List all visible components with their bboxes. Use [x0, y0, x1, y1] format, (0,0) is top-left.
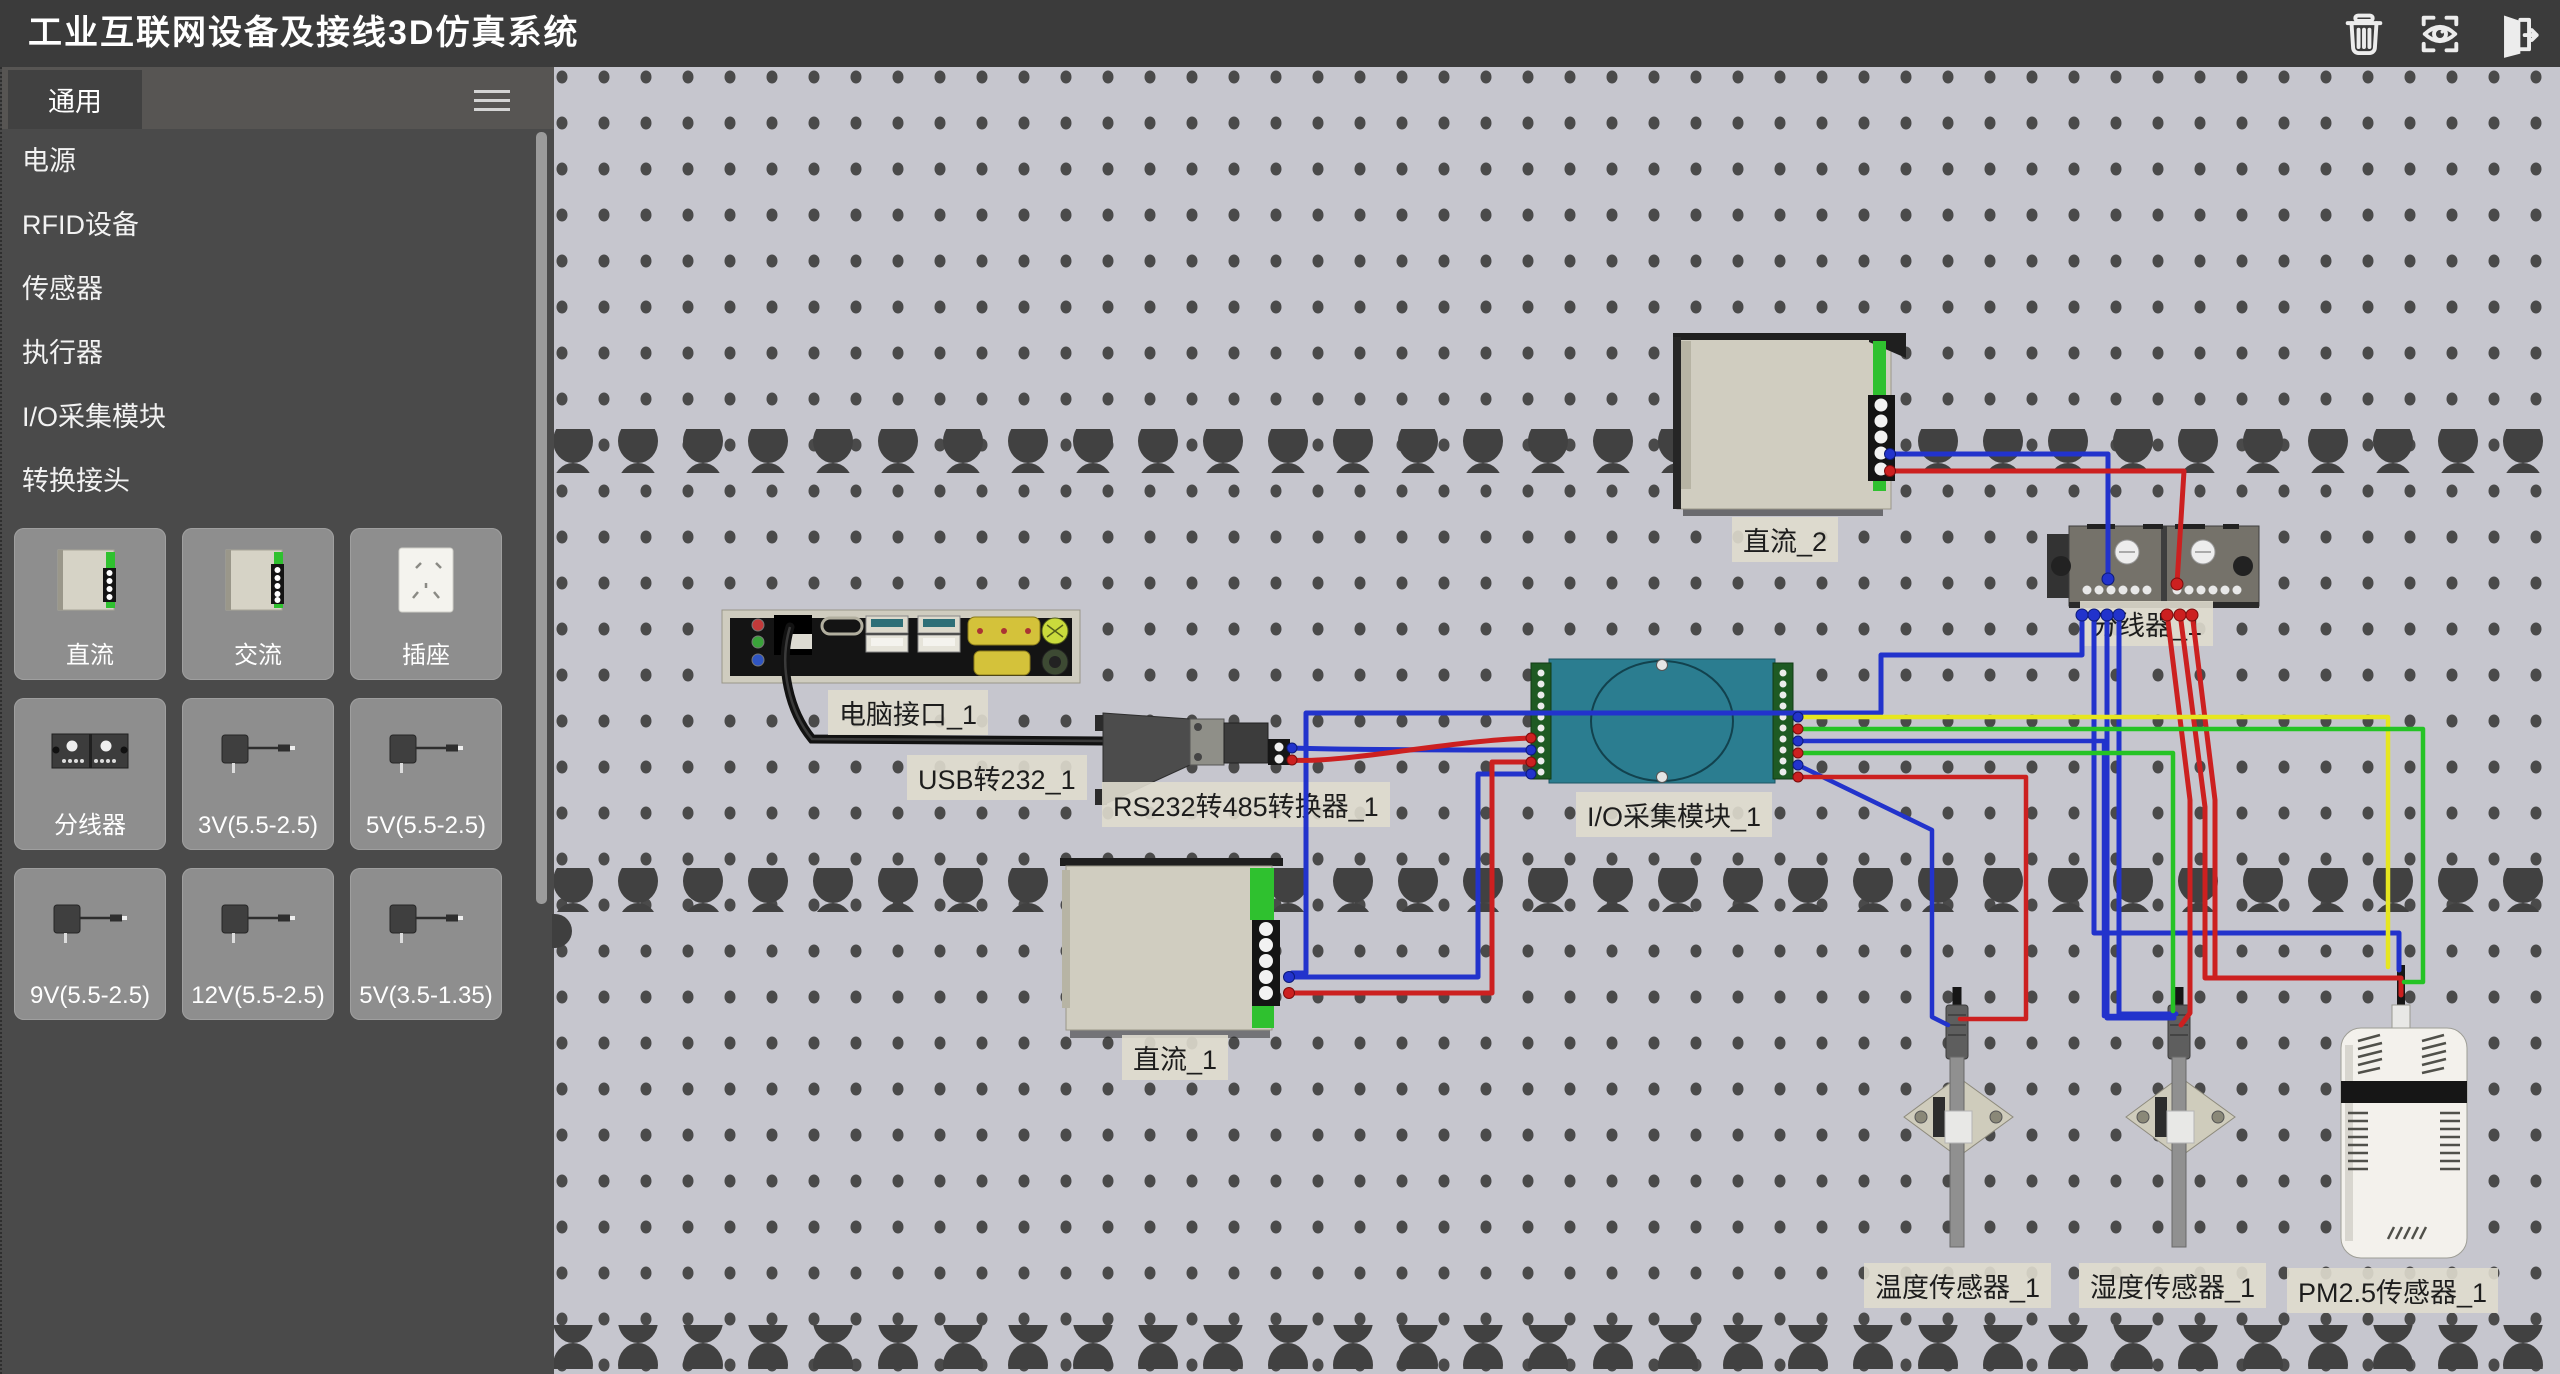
device-card-ac-power[interactable]: 交流 [182, 528, 334, 680]
simulation-app: 工业互联网设备及接线3D仿真系统 [0, 0, 2560, 1374]
dc-power-icon [44, 528, 136, 635]
device-card-dc-power[interactable]: 直流 [14, 528, 166, 680]
exit-icon [2491, 9, 2541, 59]
socket-icon [380, 528, 472, 635]
label-io-module-1[interactable]: I/O采集模块_1 [1576, 792, 1772, 837]
power-adapter-icon [380, 698, 472, 812]
exit-button[interactable] [2490, 8, 2542, 60]
device-card-label: 9V(5.5-2.5) [30, 982, 150, 1010]
focus-view-icon [2415, 9, 2465, 59]
label-splitter-1[interactable]: 分线器_1 [2080, 601, 2213, 646]
ac-power-icon [212, 528, 304, 635]
sidebar-item-power[interactable]: 电源 [2, 129, 522, 193]
sidebar-item-actuator[interactable]: 执行器 [2, 321, 522, 385]
sidebar-item-sensor[interactable]: 传感器 [2, 257, 522, 321]
sidebar-tab-strip: 通用 [2, 67, 554, 129]
device-card-adapter-12v[interactable]: 12V(5.5-2.5) [182, 868, 334, 1020]
device-card-adapter-9v[interactable]: 9V(5.5-2.5) [14, 868, 166, 1020]
label-dc-power-1[interactable]: 直流_1 [1122, 1035, 1228, 1080]
splitter-icon [44, 698, 136, 805]
device-card-label: 分线器 [54, 805, 126, 840]
device-io-module-1[interactable] [1531, 659, 1793, 783]
label-pc-interface-1[interactable]: 电脑接口_1 [828, 690, 988, 735]
menu-icon[interactable] [474, 84, 510, 112]
label-temp-sensor-1[interactable]: 温度传感器_1 [1864, 1263, 2051, 1308]
device-dc-power-1[interactable] [1060, 858, 1283, 1038]
power-adapter-icon [212, 698, 304, 812]
delete-button[interactable] [2338, 8, 2390, 60]
simulation-canvas[interactable]: 直流_2 电脑接口_1 USB转232_1 RS232转485转换器_1 I/O… [552, 67, 2560, 1374]
power-adapter-icon [380, 868, 472, 982]
label-dc-power-2[interactable]: 直流_2 [1732, 517, 1838, 562]
device-card-label: 插座 [402, 635, 450, 670]
device-card-adapter-5v[interactable]: 5V(5.5-2.5) [350, 698, 502, 850]
label-rs232-485-converter-1[interactable]: RS232转485转换器_1 [1102, 782, 1390, 827]
delete-icon [2339, 9, 2389, 59]
focus-view-button[interactable] [2414, 8, 2466, 60]
power-adapter-icon [44, 868, 136, 982]
device-splitter-1[interactable] [2047, 524, 2259, 608]
power-adapter-icon [212, 868, 304, 982]
device-pm25-sensor-1[interactable] [2341, 1005, 2467, 1258]
device-card-splitter[interactable]: 分线器 [14, 698, 166, 850]
device-card-label: 12V(5.5-2.5) [191, 982, 324, 1010]
device-dc-power-2[interactable] [1673, 333, 1906, 516]
top-bar: 工业互联网设备及接线3D仿真系统 [0, 0, 2560, 67]
label-pm25-sensor-1[interactable]: PM2.5传感器_1 [2287, 1268, 2498, 1313]
device-card-label: 5V(5.5-2.5) [366, 812, 486, 840]
device-pc-interface-1[interactable] [722, 610, 1080, 683]
device-card-adapter-5v-small[interactable]: 5V(3.5-1.35) [350, 868, 502, 1020]
device-card-adapter-3v[interactable]: 3V(5.5-2.5) [182, 698, 334, 850]
sidebar-item-converter[interactable]: 转换接头 [2, 449, 522, 513]
toolbar-icons [2338, 8, 2542, 60]
device-card-grid: 直流 交流 [14, 528, 514, 1020]
sidebar-item-io-module[interactable]: I/O采集模块 [2, 385, 522, 449]
sidebar-scrollbar[interactable] [536, 132, 547, 904]
device-card-label: 交流 [234, 635, 282, 670]
device-card-label: 直流 [66, 635, 114, 670]
app-title: 工业互联网设备及接线3D仿真系统 [28, 0, 579, 67]
device-card-label: 3V(5.5-2.5) [198, 812, 318, 840]
sidebar-item-rfid[interactable]: RFID设备 [2, 193, 522, 257]
device-library-sidebar: 通用 电源 RFID设备 传感器 执行器 I/O采集模块 转换接头 [0, 67, 554, 1374]
device-card-label: 5V(3.5-1.35) [359, 982, 492, 1010]
device-card-socket[interactable]: 插座 [350, 528, 502, 680]
label-usb-232-1[interactable]: USB转232_1 [907, 755, 1087, 800]
category-menu: 电源 RFID设备 传感器 执行器 I/O采集模块 转换接头 [2, 129, 522, 513]
label-humidity-sensor-1[interactable]: 湿度传感器_1 [2079, 1263, 2266, 1308]
tab-general[interactable]: 通用 [8, 70, 142, 129]
